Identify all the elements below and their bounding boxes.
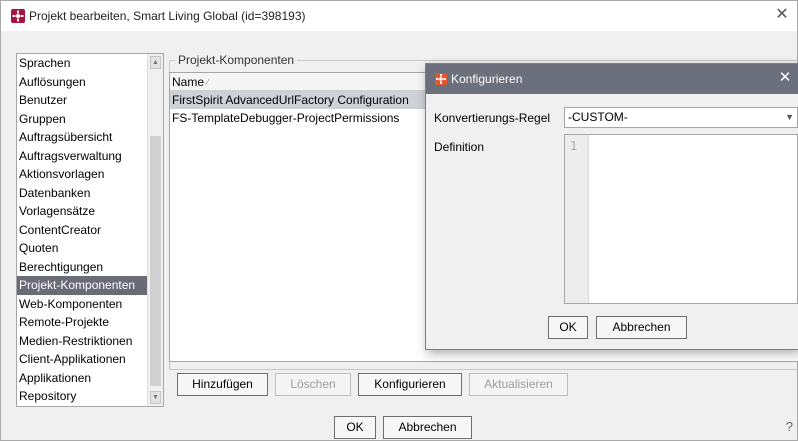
scroll-down-icon[interactable]: ▼: [150, 391, 161, 404]
sidebar-items: Sprachen Auflösungen Benutzer Gruppen Auftra…: [17, 54, 147, 406]
project-settings-dialog: Projekt bearbeiten, Smart Living Global …: [0, 0, 798, 441]
sidebar-item[interactable]: Vorlagensätze: [17, 202, 147, 221]
add-button[interactable]: Hinzufügen: [177, 373, 268, 396]
definition-editor[interactable]: 1: [564, 134, 798, 304]
sidebar-item[interactable]: ContentCreator: [17, 221, 147, 240]
sidebar-item[interactable]: Benutzer: [17, 91, 147, 110]
configure-dialog: Konfigurieren ✕ Konvertierungs-Regel -CU…: [425, 63, 798, 350]
window-title: Projekt bearbeiten, Smart Living Global …: [29, 9, 306, 23]
sort-icon: ⁄: [207, 77, 209, 87]
sidebar-item[interactable]: Berechtigungen: [17, 258, 147, 277]
delete-button[interactable]: Löschen: [275, 373, 351, 396]
line-number: 1: [570, 139, 578, 153]
sidebar-scrollbar[interactable]: ▲ ▼: [147, 54, 163, 406]
components-group-title: Projekt-Komponenten: [175, 53, 298, 67]
scrollbar-thumb[interactable]: [150, 136, 161, 386]
sidebar-item[interactable]: Repository: [17, 387, 147, 406]
configure-dialog-titlebar: Konfigurieren ✕: [426, 64, 798, 94]
line-number-gutter: 1: [565, 135, 589, 303]
ok-button[interactable]: OK: [334, 416, 376, 439]
column-header-label: Name: [172, 75, 205, 89]
configure-dialog-title: Konfigurieren: [451, 72, 523, 86]
firstspirit-logo-icon: [435, 73, 447, 85]
sidebar-item[interactable]: Datenbanken: [17, 184, 147, 203]
sidebar-item[interactable]: Auftragsverwaltung: [17, 147, 147, 166]
sidebar-item[interactable]: Medien-Restriktionen: [17, 332, 147, 351]
help-icon[interactable]: ?: [786, 419, 793, 434]
sidebar-item[interactable]: Applikationen: [17, 369, 147, 388]
sidebar-item[interactable]: Remote-Projekte: [17, 313, 147, 332]
definition-label: Definition: [434, 140, 485, 154]
close-icon[interactable]: ✕: [773, 6, 791, 24]
refresh-button[interactable]: Aktualisieren: [469, 373, 568, 396]
modal-cancel-button[interactable]: Abbrechen: [596, 316, 687, 339]
cancel-button[interactable]: Abbrechen: [383, 416, 472, 439]
sidebar-item[interactable]: Projekt-Komponenten: [17, 276, 147, 295]
chevron-down-icon: ▼: [785, 112, 794, 122]
close-icon[interactable]: ✕: [777, 70, 793, 86]
firstspirit-logo-icon: [11, 9, 25, 23]
scroll-up-icon[interactable]: ▲: [150, 56, 161, 69]
sidebar-item[interactable]: Auflösungen: [17, 73, 147, 92]
sidebar-item[interactable]: Auftragsübersicht: [17, 128, 147, 147]
sidebar-item[interactable]: Quoten: [17, 239, 147, 258]
sidebar-item[interactable]: Gruppen: [17, 110, 147, 129]
sidebar-item[interactable]: Aktionsvorlagen: [17, 165, 147, 184]
conversion-rule-label: Konvertierungs-Regel: [434, 111, 551, 125]
sidebar-item[interactable]: Client-Applikationen: [17, 350, 147, 369]
configure-button[interactable]: Konfigurieren: [358, 373, 462, 396]
modal-ok-button[interactable]: OK: [548, 316, 588, 339]
conversion-rule-value: -CUSTOM-: [568, 110, 628, 124]
settings-category-list: Sprachen Auflösungen Benutzer Gruppen Auftra…: [16, 53, 164, 407]
sidebar-item[interactable]: Web-Komponenten: [17, 295, 147, 314]
conversion-rule-select[interactable]: -CUSTOM- ▼: [564, 107, 798, 128]
sidebar-item[interactable]: Sprachen: [17, 54, 147, 73]
window-titlebar: Projekt bearbeiten, Smart Living Global …: [1, 1, 797, 31]
